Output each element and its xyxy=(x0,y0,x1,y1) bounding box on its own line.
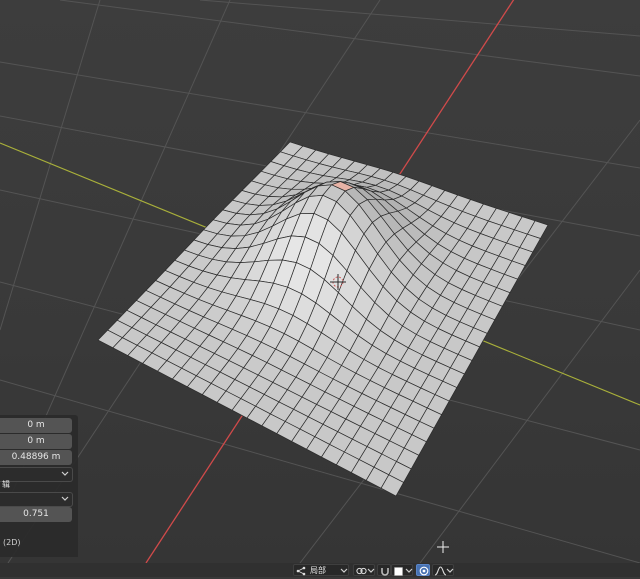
falloff-type-dropdown[interactable] xyxy=(432,564,454,576)
chevron-down-icon xyxy=(340,566,348,579)
grid-line xyxy=(0,0,101,331)
chevron-down-icon xyxy=(367,566,375,579)
proportional-edit-icon xyxy=(419,566,429,579)
viewport-header: 局部 xyxy=(0,563,640,577)
mesh-plane[interactable] xyxy=(97,141,549,497)
snap-toggle-button[interactable] xyxy=(377,564,391,576)
view-hint: (2D) xyxy=(3,538,21,547)
falloff-dropdown[interactable] xyxy=(0,492,73,507)
chevron-down-icon xyxy=(61,469,69,479)
snap-target-dropdown[interactable] xyxy=(391,564,413,576)
grid-line xyxy=(59,0,640,77)
scene-canvas[interactable] xyxy=(0,0,640,563)
3d-viewport[interactable] xyxy=(0,0,640,563)
transform-pivot-icon xyxy=(296,566,306,579)
orientation-dropdown[interactable] xyxy=(0,467,73,482)
chevron-down-icon xyxy=(61,494,69,504)
grid-line xyxy=(199,0,640,37)
proportional-size-field[interactable]: 0.751 xyxy=(0,507,72,522)
pivot-label: 局部 xyxy=(310,566,326,575)
move-x-field[interactable]: 0 m xyxy=(0,418,72,433)
pivot-point-dropdown[interactable]: 局部 xyxy=(293,564,349,576)
proportional-edit-toggle[interactable] xyxy=(416,564,430,576)
move-y-field[interactable]: 0 m xyxy=(0,434,72,449)
move-z-field[interactable]: 0.48896 m xyxy=(0,450,72,465)
chevron-down-icon xyxy=(446,566,454,579)
snap-link-icon xyxy=(356,566,367,579)
magnet-icon xyxy=(380,566,390,579)
chevron-down-icon xyxy=(405,566,413,579)
proportional-editing-label: 辑 xyxy=(2,480,10,489)
falloff-curve-icon xyxy=(434,566,447,579)
snap-link-dropdown[interactable] xyxy=(353,564,375,576)
mouse-cursor-icon xyxy=(437,541,449,553)
adjust-last-operation-panel: 0 m 0 m 0.48896 m 辑 0.751 xyxy=(0,415,78,557)
snap-target-icon xyxy=(394,567,403,579)
